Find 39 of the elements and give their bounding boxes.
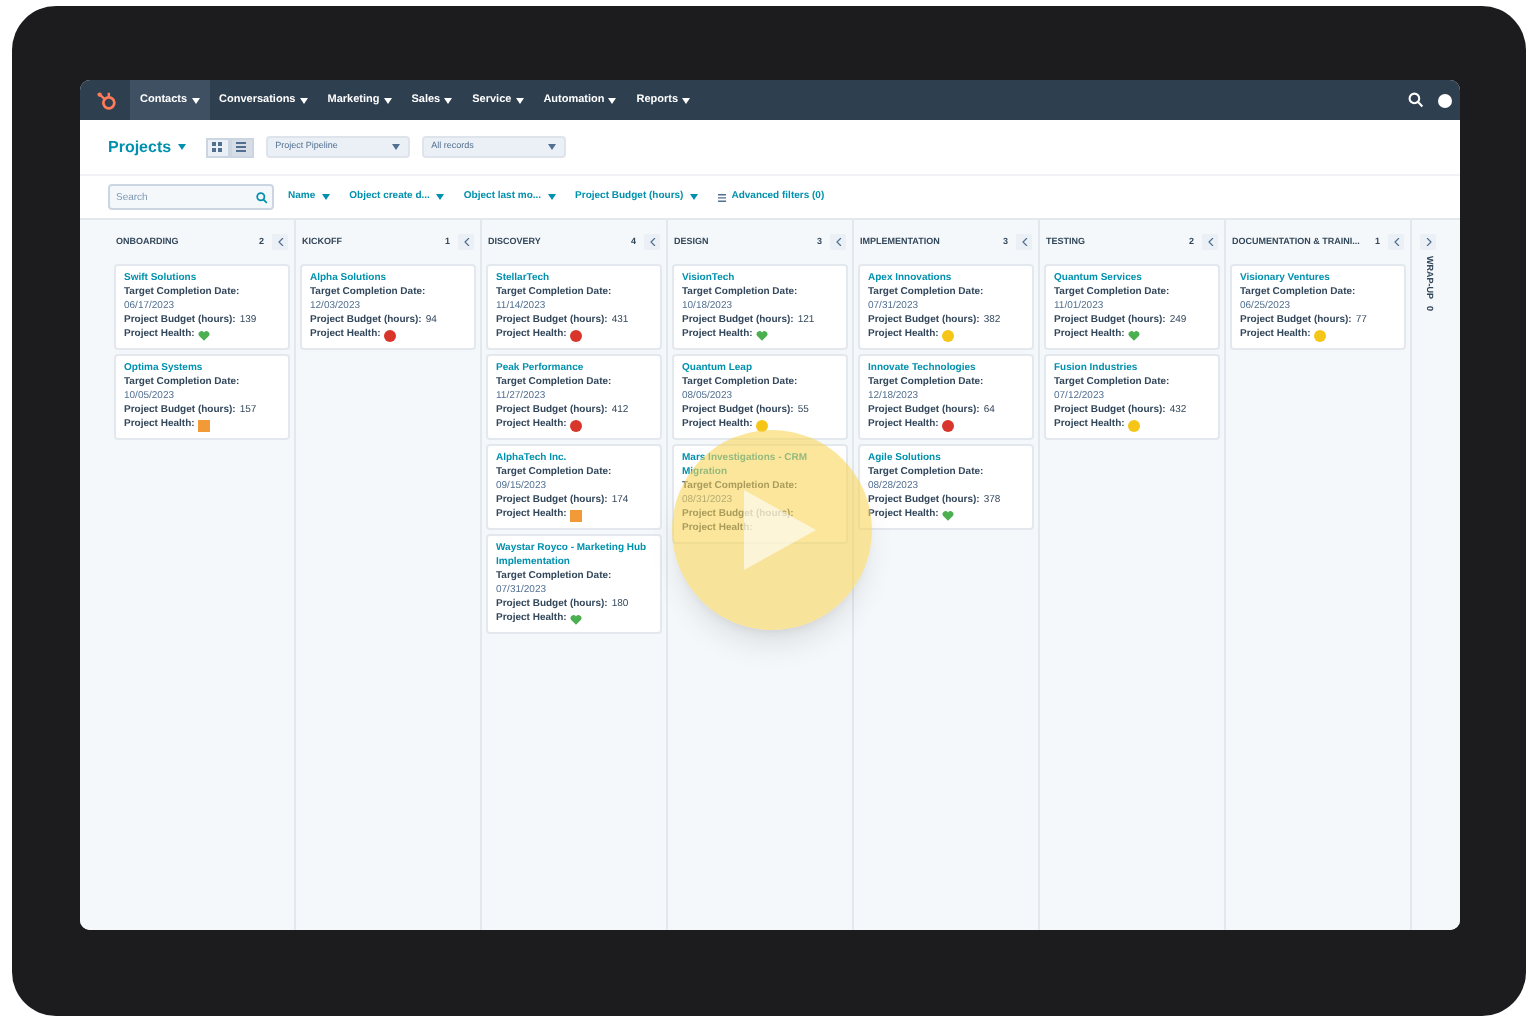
- caret-icon: [321, 194, 330, 200]
- help-icon[interactable]: [1438, 93, 1452, 107]
- caret-icon: [444, 97, 453, 103]
- search-icon[interactable]: [1408, 92, 1424, 108]
- caret-icon: [547, 194, 556, 200]
- projects-title[interactable]: Projects: [108, 135, 186, 159]
- caret-icon: [191, 97, 200, 103]
- caret-icon: [299, 97, 308, 103]
- caret-icon: [608, 97, 617, 103]
- expand-button[interactable]: [1420, 234, 1436, 250]
- caret-icon: [515, 97, 524, 103]
- table-view-button[interactable]: [205, 137, 230, 157]
- chevron-left-icon: [649, 238, 655, 246]
- chevron-left-icon: [1021, 238, 1027, 246]
- chevron-left-icon: [835, 238, 841, 246]
- collapse-button[interactable]: [458, 234, 474, 250]
- chevron-left-icon: [1393, 238, 1399, 246]
- list-icon: [236, 142, 247, 152]
- collapse-button[interactable]: [1388, 234, 1404, 250]
- chevron-left-icon: [1207, 238, 1213, 246]
- collapse-button[interactable]: [1202, 234, 1218, 250]
- caret-icon: [391, 144, 400, 150]
- grid-icon: [212, 142, 223, 152]
- collapse-button[interactable]: [272, 234, 288, 250]
- filter-lines-icon: [717, 193, 726, 201]
- caret-icon: [435, 194, 444, 200]
- caret-icon: [383, 97, 392, 103]
- caret-icon: [682, 97, 691, 103]
- collapse-button[interactable]: [1016, 234, 1032, 250]
- caret-icon: [177, 144, 186, 150]
- chevron-right-icon: [1425, 238, 1431, 246]
- chevron-left-icon: [463, 238, 469, 246]
- sprocket-logo-icon[interactable]: [96, 89, 118, 111]
- chevron-left-icon: [277, 238, 283, 246]
- board-view-button[interactable]: [229, 137, 254, 157]
- caret-icon: [689, 194, 698, 200]
- caret-icon: [547, 144, 556, 150]
- collapse-button[interactable]: [644, 234, 660, 250]
- collapse-button[interactable]: [830, 234, 846, 250]
